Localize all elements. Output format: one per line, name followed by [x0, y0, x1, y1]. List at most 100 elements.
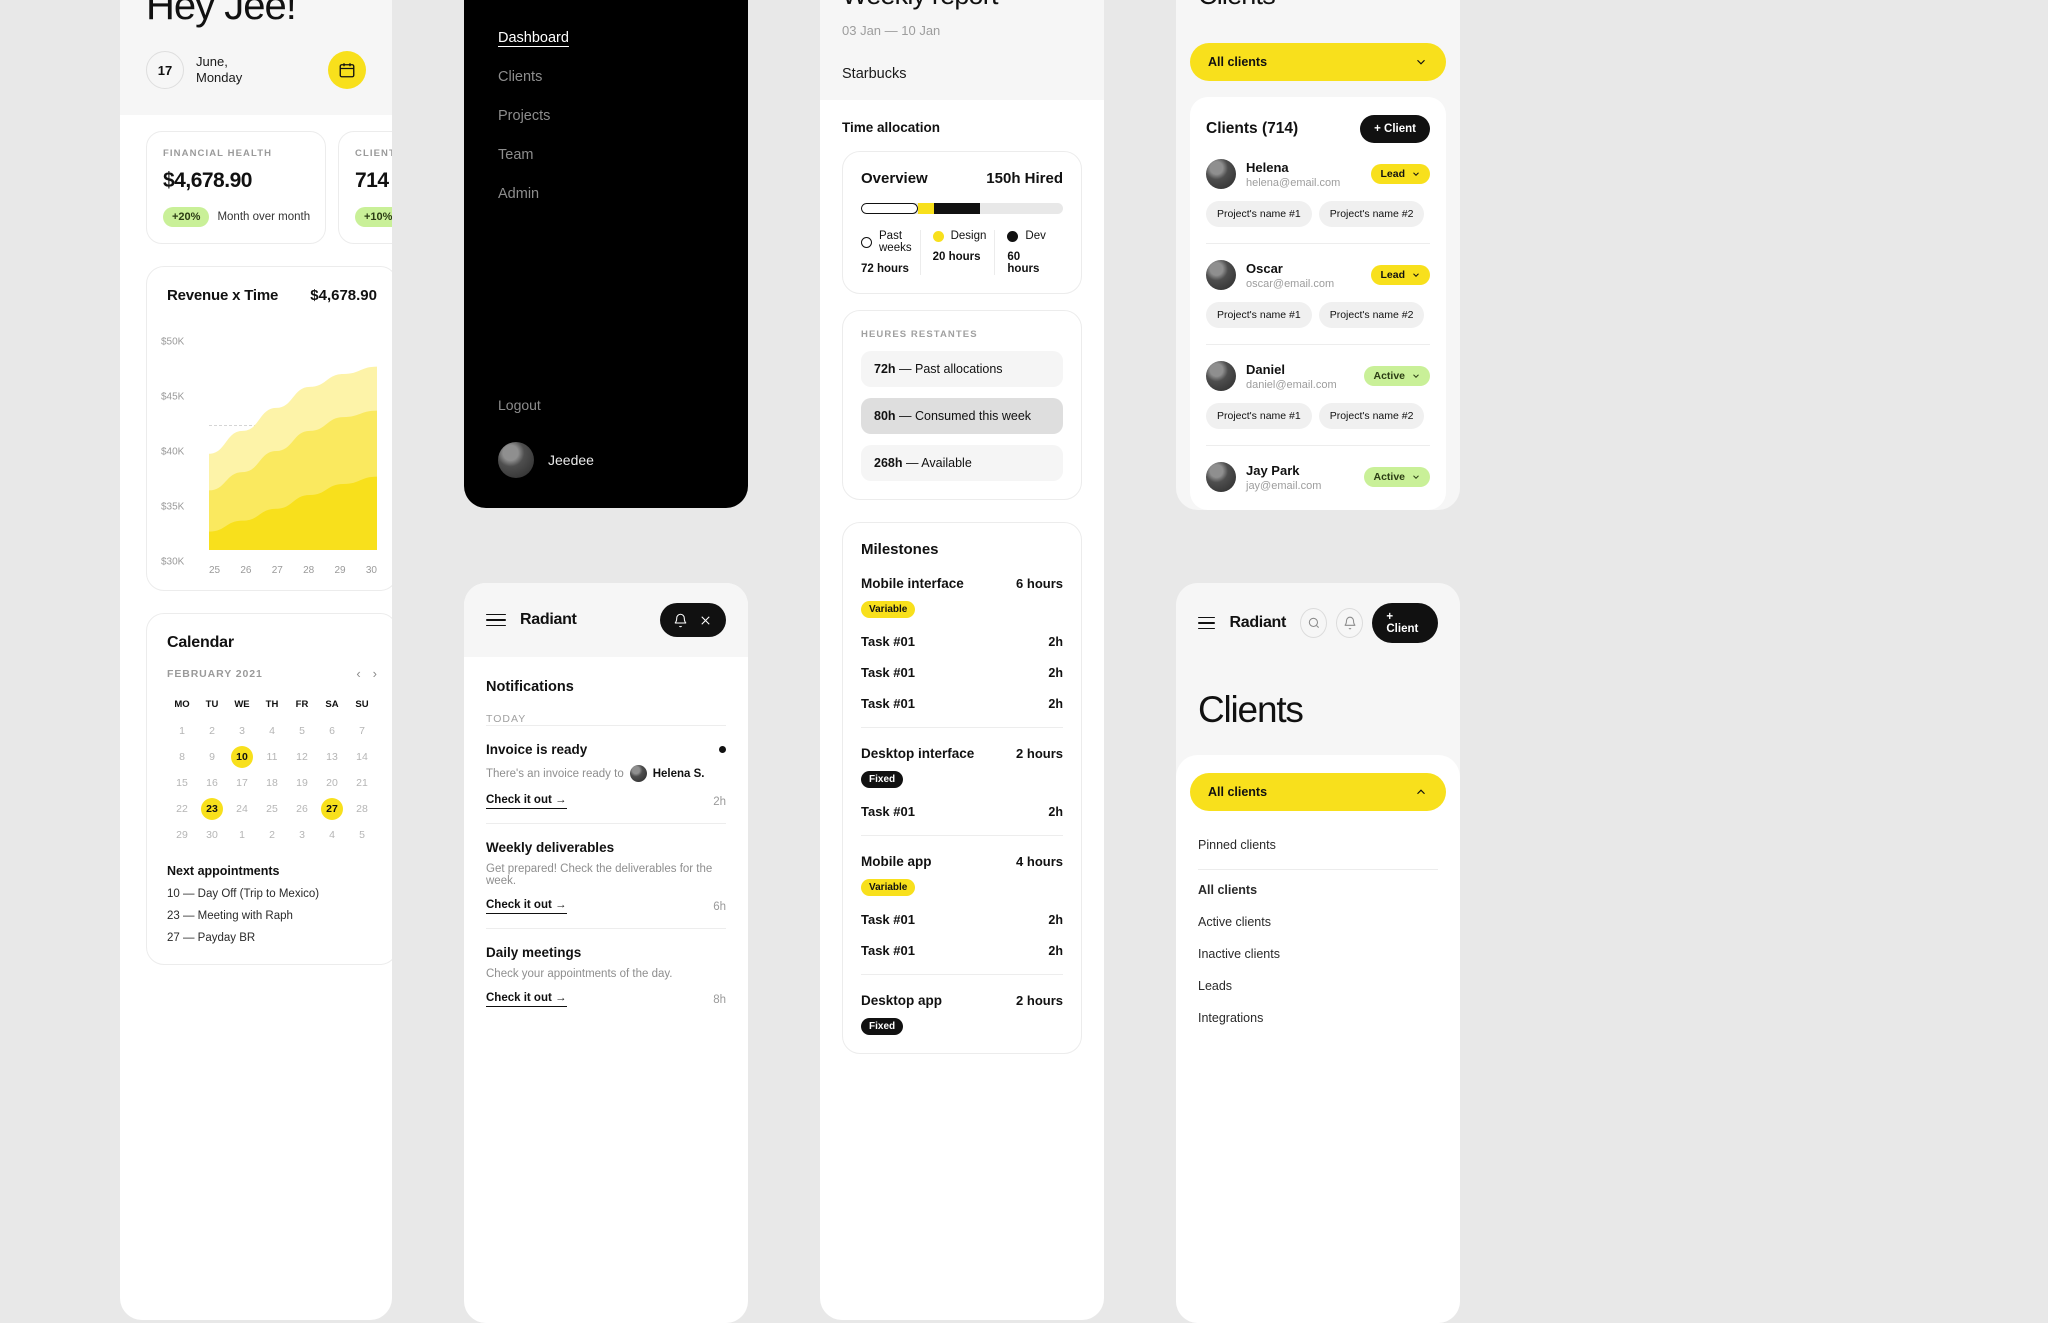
calendar-day[interactable]: 28 [351, 798, 373, 820]
calendar-day[interactable]: 30 [201, 824, 223, 846]
hamburger-icon[interactable] [486, 613, 506, 627]
bell-icon[interactable] [1336, 608, 1364, 638]
task-name: Task #01 [861, 696, 915, 711]
nav-item-team[interactable]: Team [498, 147, 714, 163]
project-chip[interactable]: Project's name #1 [1206, 302, 1312, 328]
calendar-day[interactable]: 4 [321, 824, 343, 846]
chevron-down-icon[interactable] [1414, 55, 1428, 69]
client-row[interactable]: Daniel daniel@email.com Active Project's… [1206, 361, 1430, 446]
notifications-group-label: TODAY [486, 713, 527, 725]
project-chip[interactable]: Project's name #1 [1206, 403, 1312, 429]
calendar-day[interactable]: 24 [231, 798, 253, 820]
project-chip[interactable]: Project's name #2 [1318, 302, 1425, 328]
calendar-day[interactable]: 2 [261, 824, 283, 846]
calendar-day[interactable]: 9 [201, 746, 223, 768]
project-chip[interactable]: Project's name #1 [1206, 201, 1312, 227]
appointment-item: 10 — Day Off (Trip to Mexico) [167, 888, 320, 900]
add-client-button[interactable]: + Client [1372, 603, 1438, 643]
calendar-day[interactable]: 16 [201, 772, 223, 794]
clients-filter-dropdown[interactable]: All clients [1190, 43, 1446, 81]
calendar-day[interactable]: 17 [231, 772, 253, 794]
calendar-day[interactable]: 12 [291, 746, 313, 768]
calendar-day[interactable]: 11 [261, 746, 283, 768]
calendar-day[interactable]: 15 [171, 772, 193, 794]
filter-option-integrations[interactable]: Integrations [1198, 1002, 1438, 1034]
calendar-day[interactable]: 21 [351, 772, 373, 794]
calendar-day[interactable]: 7 [351, 720, 373, 742]
filter-option-inactive-clients[interactable]: Inactive clients [1198, 938, 1438, 970]
date-month: June, [196, 53, 228, 69]
calendar-grid[interactable]: MO TU WE TH FR SA SU 1 2 3 4 5 6 7 8 9 10 11 12 13 14 15 16 17 1… [167, 693, 377, 846]
close-icon[interactable] [698, 613, 713, 628]
calendar-icon[interactable] [328, 51, 366, 89]
remaining-hours-row[interactable]: 268h — Available [861, 445, 1063, 481]
search-icon[interactable] [1300, 608, 1328, 638]
calendar-day[interactable]: 18 [261, 772, 283, 794]
filter-option-all-clients[interactable]: All clients [1198, 874, 1438, 906]
calendar-day[interactable]: 5 [351, 824, 373, 846]
calendar-day[interactable]: 3 [231, 720, 253, 742]
client-row[interactable]: Oscar oscar@email.com Lead Project's nam… [1206, 260, 1430, 345]
project-chip[interactable]: Project's name #2 [1318, 403, 1425, 429]
calendar-day[interactable]: 13 [321, 746, 343, 768]
nav-item-projects[interactable]: Projects [498, 108, 714, 124]
filter-option-leads[interactable]: Leads [1198, 970, 1438, 1002]
project-chip[interactable]: Project's name #2 [1318, 201, 1425, 227]
calendar-day[interactable]: 6 [321, 720, 343, 742]
remaining-hours-row[interactable]: 72h — Past allocations [861, 351, 1063, 387]
calendar-day[interactable]: 2 [201, 720, 223, 742]
stat-card-financial-health: FINANCIAL HEALTH $4,678.90 +20% Month ov… [146, 131, 326, 244]
divider [1206, 344, 1430, 345]
calendar-day[interactable]: 20 [321, 772, 343, 794]
chevron-up-icon[interactable] [1414, 785, 1428, 799]
remaining-hours-row[interactable]: 80h — Consumed this week [861, 398, 1063, 434]
filter-option-pinned-clients[interactable]: Pinned clients [1198, 829, 1438, 861]
check-it-out-link[interactable]: Check it out → [486, 899, 567, 914]
hamburger-icon[interactable] [1198, 616, 1216, 630]
legend-value: 20 hours [932, 251, 981, 263]
status-badge[interactable]: Active [1364, 366, 1430, 386]
status-badge[interactable]: Active [1364, 467, 1430, 487]
nav-item-admin[interactable]: Admin [498, 186, 714, 202]
status-badge[interactable]: Lead [1371, 265, 1430, 285]
calendar-day[interactable]: 26 [291, 798, 313, 820]
notification-item[interactable]: Invoice is ready There's an invoice read… [486, 725, 726, 823]
calendar-day[interactable]: 19 [291, 772, 313, 794]
stat-delta-badge: +20% [163, 207, 210, 227]
notification-item[interactable]: Daily meetings Check your appointments o… [486, 928, 726, 1021]
chevron-left-icon[interactable]: ‹ [356, 666, 360, 681]
client-row[interactable]: Helena helena@email.com Lead Project's n… [1206, 159, 1430, 244]
calendar-day[interactable]: 27 [321, 798, 343, 820]
filter-option-active-clients[interactable]: Active clients [1198, 906, 1438, 938]
chevron-right-icon[interactable]: › [373, 666, 377, 681]
add-client-button[interactable]: + Client [1360, 115, 1430, 143]
x-tick: 26 [240, 565, 252, 576]
nav-item-dashboard[interactable]: Dashboard [498, 30, 714, 46]
check-it-out-link[interactable]: Check it out → [486, 992, 567, 1007]
milestone-name: Mobile app [861, 854, 932, 869]
user-profile[interactable]: Jeedee [498, 442, 594, 478]
bell-icon[interactable] [673, 613, 688, 628]
clients-filter-dropdown[interactable]: All clients [1190, 773, 1446, 811]
nav-item-clients[interactable]: Clients [498, 69, 714, 85]
calendar-day[interactable]: 14 [351, 746, 373, 768]
notification-body: There's an invoice ready to Helena S. [486, 765, 726, 782]
notifications-actions[interactable] [660, 603, 726, 637]
client-row[interactable]: Jay Park jay@email.com Active [1206, 462, 1430, 492]
calendar-day[interactable]: 8 [171, 746, 193, 768]
calendar-day[interactable]: 4 [261, 720, 283, 742]
remaining-hours-text: — Available [905, 456, 972, 470]
calendar-day[interactable]: 5 [291, 720, 313, 742]
calendar-day[interactable]: 25 [261, 798, 283, 820]
calendar-day[interactable]: 1 [231, 824, 253, 846]
calendar-day[interactable]: 22 [171, 798, 193, 820]
calendar-day[interactable]: 3 [291, 824, 313, 846]
calendar-day[interactable]: 1 [171, 720, 193, 742]
check-it-out-link[interactable]: Check it out → [486, 794, 567, 809]
calendar-day[interactable]: 10 [231, 746, 253, 768]
notification-item[interactable]: Weekly deliverables Get prepared! Check … [486, 823, 726, 928]
status-badge[interactable]: Lead [1371, 164, 1430, 184]
logout-link[interactable]: Logout [498, 397, 541, 413]
calendar-day[interactable]: 23 [201, 798, 223, 820]
calendar-day[interactable]: 29 [171, 824, 193, 846]
